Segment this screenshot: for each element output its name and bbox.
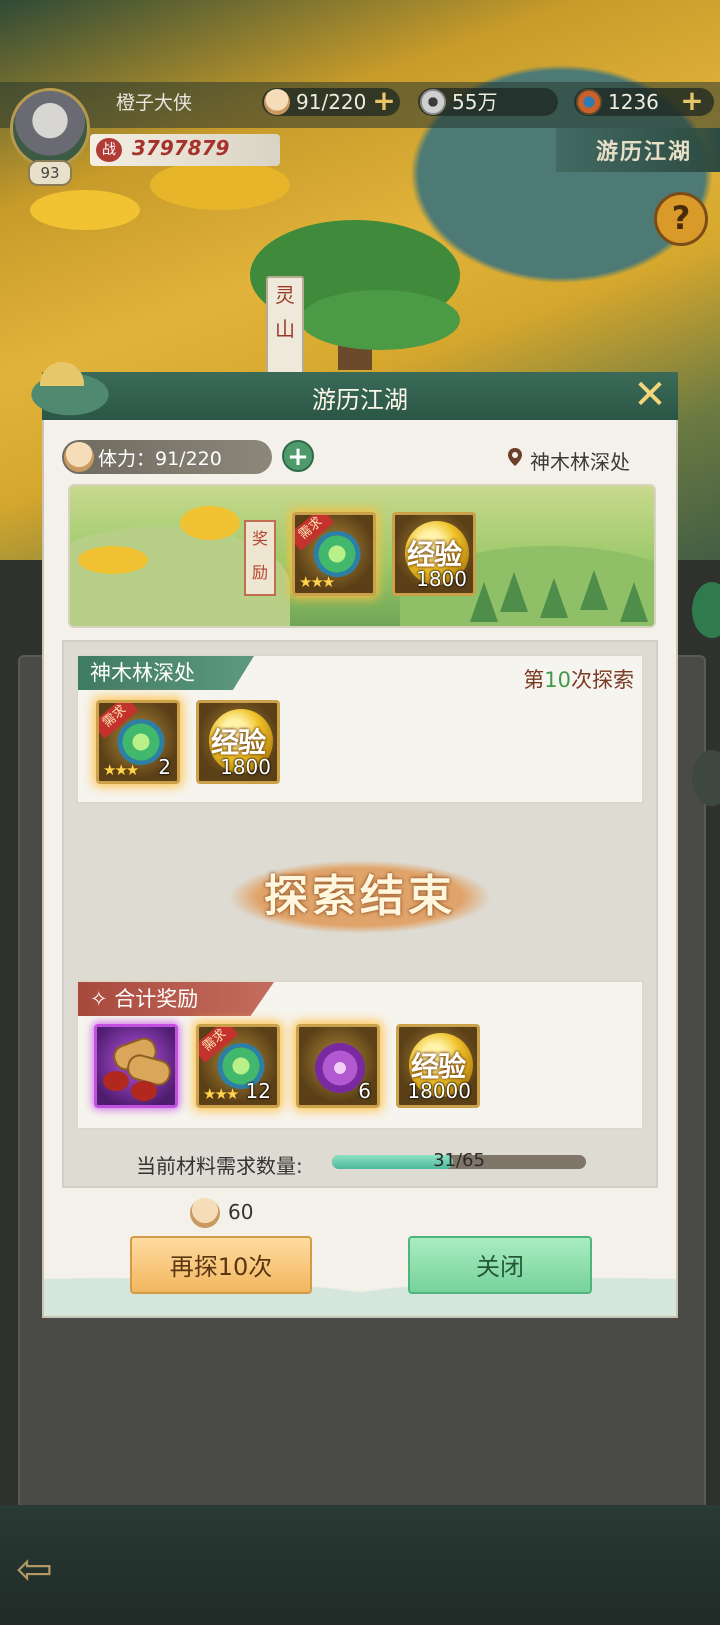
- tree-decoration: [300, 290, 460, 350]
- add-gems-button[interactable]: +: [680, 87, 704, 115]
- bun-icon: [264, 89, 290, 115]
- cloud-decoration: [150, 160, 290, 210]
- reward-tag-char: 奖: [251, 529, 268, 548]
- reward-tag-char: 励: [251, 563, 268, 582]
- help-button[interactable]: ?: [654, 192, 708, 246]
- item-count: 12: [245, 1079, 271, 1103]
- total-item-flower[interactable]: 6: [296, 1024, 380, 1108]
- reward-item-exp[interactable]: 经验 1800: [392, 512, 476, 596]
- pine-decoration: [580, 570, 608, 610]
- power-icon: 战: [96, 138, 122, 162]
- bun-icon: [64, 442, 94, 472]
- add-stamina-button[interactable]: +: [372, 87, 396, 115]
- power-value: 3797879: [132, 136, 230, 160]
- location-name: 神木林深处: [530, 450, 630, 474]
- sign-char: 灵: [275, 283, 295, 307]
- explore-count: 第10次探索: [470, 664, 634, 694]
- result-item-feather[interactable]: 需求 ★★★ 2: [96, 700, 180, 784]
- item-stars: ★★★: [299, 573, 335, 591]
- stamina-resource: 91/220 +: [262, 87, 400, 116]
- pine-decoration: [540, 578, 568, 618]
- feather-icon: [313, 531, 361, 577]
- stamina-value: 91/220: [296, 90, 367, 114]
- gems-resource: 1236 +: [574, 87, 714, 116]
- coins-value: 55万: [452, 90, 498, 114]
- dialog-title: 游历江湖: [312, 386, 408, 414]
- add-stamina-button[interactable]: +: [282, 440, 314, 472]
- item-count: 1800: [220, 755, 271, 779]
- explore-count-suffix: 次探索: [571, 668, 634, 692]
- item-count: 2: [158, 755, 171, 779]
- pine-decoration: [620, 582, 648, 622]
- explore-count-number: 10: [544, 668, 571, 692]
- result-item-exp[interactable]: 经验 1800: [196, 700, 280, 784]
- reward-item-feather[interactable]: 需求 ★★★: [292, 512, 376, 596]
- item-count: 18000: [407, 1079, 471, 1103]
- explore-count-prefix: 第: [523, 668, 545, 692]
- bottom-bar: [0, 1505, 720, 1625]
- explore-cost: 60: [228, 1200, 254, 1224]
- gems-value: 1236: [608, 90, 659, 114]
- explore-again-button[interactable]: 再探10次: [130, 1236, 312, 1294]
- player-name: 橙子大侠: [116, 92, 193, 114]
- item-count: 6: [358, 1079, 371, 1103]
- mountain-sign: 灵 山: [266, 276, 304, 380]
- close-icon[interactable]: ✕: [630, 375, 670, 416]
- gem-icon: [576, 89, 602, 115]
- item-stars: ★★★: [203, 1085, 239, 1103]
- cloud-decoration: [30, 190, 140, 230]
- sign-char: 山: [275, 317, 295, 341]
- total-item-peanut[interactable]: [94, 1024, 178, 1108]
- total-item-exp[interactable]: 经验 18000: [396, 1024, 480, 1108]
- location-pin-icon: [508, 448, 522, 466]
- coin-icon: [420, 89, 446, 115]
- section-total-tab: ✧ 合计奖励: [78, 982, 274, 1016]
- reward-tag: 奖 励: [244, 520, 276, 596]
- date-icon: [131, 1081, 157, 1101]
- date-icon: [103, 1071, 129, 1091]
- level-badge: 93: [28, 160, 72, 186]
- item-count: 1800: [416, 567, 467, 591]
- material-progress-text: 31/65: [433, 1150, 485, 1171]
- item-stars: ★★★: [103, 761, 139, 779]
- total-item-feather[interactable]: 需求 ★★★ 12: [196, 1024, 280, 1108]
- section-location-tab: 神木林深处: [78, 656, 254, 690]
- close-button[interactable]: 关闭: [408, 1236, 592, 1294]
- coins-resource: 55万: [418, 88, 558, 116]
- cloud-decoration: [78, 546, 148, 574]
- pine-decoration: [500, 572, 528, 612]
- area-title: 游历江湖: [596, 139, 693, 165]
- back-arrow-icon[interactable]: ⇦: [16, 1548, 86, 1594]
- bun-icon: [190, 1198, 220, 1228]
- material-label: 当前材料需求数量:: [136, 1154, 303, 1178]
- avatar[interactable]: [10, 88, 90, 168]
- explore-end-banner: 探索结束: [228, 860, 492, 934]
- cloud-decoration: [180, 506, 240, 540]
- stamina-label: 体力：91/220: [98, 448, 222, 470]
